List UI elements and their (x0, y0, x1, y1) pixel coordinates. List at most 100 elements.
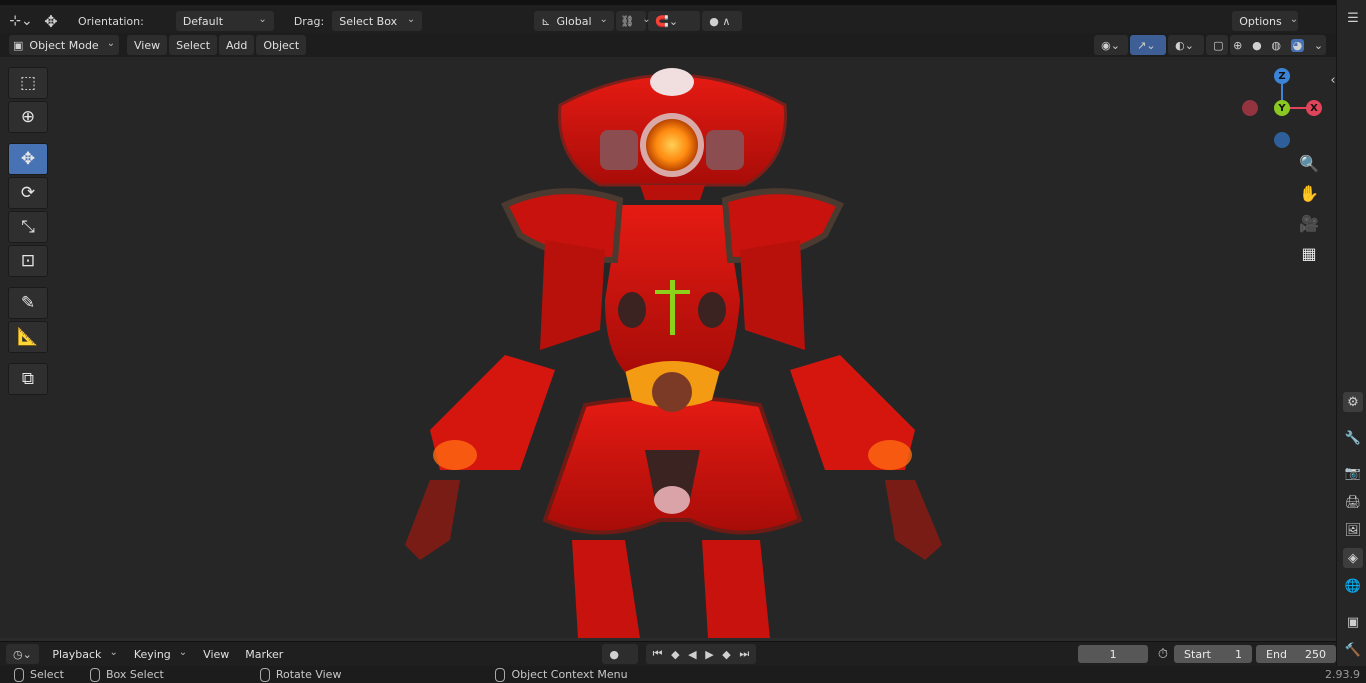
menu-playback[interactable]: Playback (45, 644, 124, 664)
tool-icon[interactable]: 🔧 (1343, 428, 1363, 448)
orientation-dropdown[interactable]: Default (175, 11, 274, 31)
jump-end-icon[interactable]: ⏭ (739, 647, 749, 661)
record-icon: ● (609, 647, 619, 661)
annotate-icon: ✎ (20, 293, 36, 313)
navigation-gizmo[interactable]: Z Y X (1240, 67, 1330, 157)
status-context-menu: Object Context Menu (511, 668, 628, 681)
pivot-dropdown[interactable]: ⛓ (616, 11, 647, 31)
3d-viewport[interactable]: Z Y X 🔍 ✋ 🎥 ▦ (0, 57, 1336, 638)
orientation-label: Orientation: (78, 14, 144, 28)
hand-icon[interactable]: ✋ (1298, 182, 1320, 204)
shading-modes[interactable]: ⊕ ● ◍ ◕ ⌄ (1230, 35, 1327, 55)
object-icon[interactable]: ▣ (1343, 612, 1363, 632)
world-icon[interactable]: 🌐 (1343, 576, 1363, 596)
move-icon[interactable]: ✥ (36, 12, 66, 31)
start-frame-field[interactable]: Start 1 (1174, 645, 1253, 663)
eye-icon: ◉⌄ (1101, 38, 1120, 52)
cursor-tool[interactable]: ⊕ (8, 101, 48, 133)
menu-add[interactable]: Add (219, 35, 255, 55)
timeline-editor-type[interactable]: ◷⌄ (6, 644, 40, 664)
current-frame-field[interactable]: 1 (1078, 645, 1148, 663)
mode-value: Object Mode (29, 38, 99, 52)
material-icon[interactable]: ◍ (1271, 39, 1281, 52)
link-icon: ⛓ (620, 14, 635, 28)
transform-orientation-dropdown[interactable]: ⊾ Global (534, 11, 615, 31)
axis-y[interactable]: Y (1274, 100, 1290, 116)
transform-all-icon: ⊡ (20, 251, 36, 271)
measure-icon: 📐 (17, 327, 39, 347)
tool-settings-bar: ⊹⌄ ✥ Orientation: Default Drag: Select B… (0, 0, 1336, 37)
view-layer-icon[interactable]: 🖼 (1343, 520, 1363, 540)
zoom-icon[interactable]: 🔍 (1298, 152, 1320, 174)
drag-value: Select Box (339, 14, 398, 28)
editor-type-icon[interactable]: ⊹⌄ (6, 13, 36, 29)
xray-icon: ▢ (1213, 38, 1224, 52)
axis-neg-x[interactable] (1242, 100, 1258, 116)
playback-controls[interactable]: ⏮ ◆ ◀ ▶ ◆ ⏭ (645, 644, 757, 664)
gizmo-toggle[interactable]: ↗⌄ (1130, 35, 1167, 55)
end-value: 250 (1305, 647, 1326, 661)
overlay-toggle[interactable]: ◐⌄ (1168, 35, 1205, 55)
status-bar: Select Box Select Rotate View Object Con… (0, 666, 1366, 683)
axis-neg-z[interactable] (1274, 132, 1290, 148)
menu-view[interactable]: View (127, 35, 168, 55)
axis-z[interactable]: Z (1274, 68, 1290, 84)
annotate-tool[interactable]: ✎ (8, 287, 48, 319)
xray-toggle[interactable]: ▢ (1206, 35, 1229, 55)
prev-key-icon[interactable]: ◆ (671, 648, 679, 661)
start-label: Start (1184, 647, 1211, 661)
object-mode-icon: ▣ (13, 38, 24, 52)
record-button[interactable]: ● (602, 644, 638, 664)
camera-icon[interactable]: 🎥 (1298, 212, 1320, 234)
tool-settings-icon[interactable]: ⚙ (1343, 392, 1363, 412)
jump-start-icon[interactable]: ⏮ (653, 647, 663, 661)
proportional-edit-toggle[interactable]: ● ∧ (702, 11, 743, 31)
robot-model (405, 68, 942, 638)
menu-timeline-view[interactable]: View (196, 644, 236, 664)
rotate-tool[interactable]: ⟳ (8, 177, 48, 209)
render-icon[interactable]: 📷 (1343, 463, 1363, 483)
gizmo-icon: ↗⌄ (1137, 38, 1156, 52)
move-tool[interactable]: ✥ (8, 143, 48, 175)
start-value: 1 (1235, 647, 1243, 661)
play-icon[interactable]: ▶ (705, 648, 713, 661)
menu-keying[interactable]: Keying (127, 644, 194, 664)
wireframe-icon[interactable]: ⊕ (1233, 39, 1242, 52)
grid-icon[interactable]: ▦ (1298, 242, 1320, 264)
solid-icon[interactable]: ● (1252, 39, 1262, 52)
menu-object[interactable]: Object (256, 35, 307, 55)
axis-x[interactable]: X (1306, 100, 1322, 116)
hamburger-icon[interactable]: ☰ (1343, 8, 1363, 28)
scale-tool[interactable]: ⤡ (8, 211, 48, 243)
drag-label: Drag: (293, 14, 325, 28)
stopwatch-icon[interactable]: ⏱ (1158, 647, 1168, 662)
visibility-dropdown[interactable]: ◉⌄ (1094, 35, 1129, 55)
menu-select[interactable]: Select (169, 35, 218, 55)
output-icon[interactable]: 🖨 (1343, 492, 1363, 512)
options-dropdown[interactable]: Options (1232, 11, 1299, 31)
scene-icon[interactable]: ◈ (1343, 548, 1363, 568)
end-frame-field[interactable]: End 250 (1256, 645, 1336, 663)
transform-icon: ✥ (20, 149, 36, 169)
wrench-icon[interactable]: 🔨 (1343, 640, 1363, 660)
measure-tool[interactable]: 📐 (8, 321, 48, 353)
drag-dropdown[interactable]: Select Box (332, 11, 423, 31)
select-box-tool[interactable]: ⬚ (8, 67, 48, 99)
clock-icon: ◷⌄ (13, 647, 32, 661)
cursor-icon: ⬚ (19, 73, 37, 93)
next-key-icon[interactable]: ◆ (722, 648, 730, 661)
keying-label: Keying (133, 647, 171, 661)
version-label: 2.93.9 (1325, 668, 1360, 681)
overlay-icon: ◐⌄ (1175, 38, 1194, 52)
mouse-left-icon (14, 667, 24, 682)
add-cube-tool[interactable]: ⧉ (8, 363, 48, 395)
play-reverse-icon[interactable]: ◀ (688, 648, 696, 661)
rendered-icon[interactable]: ◕ (1290, 38, 1305, 52)
status-box-select: Box Select (105, 668, 164, 681)
menu-marker[interactable]: Marker (238, 644, 290, 664)
chevron-down-icon[interactable]: ⌄ (1314, 39, 1323, 52)
snap-toggle[interactable]: 🧲⌄ (648, 11, 701, 31)
transform-tool[interactable]: ⊡ (8, 245, 48, 277)
mode-dropdown[interactable]: ▣ Object Mode (9, 35, 119, 55)
collapse-chevron-icon[interactable]: ‹ (1323, 70, 1343, 90)
